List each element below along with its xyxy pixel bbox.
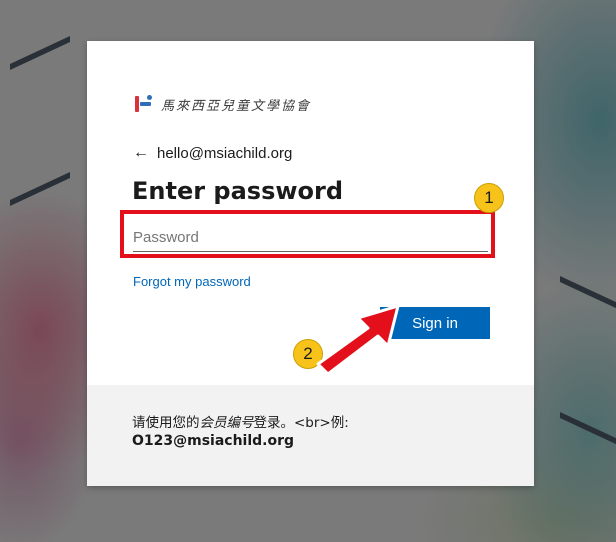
- password-input[interactable]: [133, 223, 488, 252]
- identity-back-link[interactable]: ← hello@msiachild.org: [133, 144, 292, 162]
- org-logo: 馬來西亞兒童文學協會: [133, 93, 311, 115]
- arrow-left-icon: ←: [133, 144, 149, 161]
- decorative-zigzag-left: [10, 36, 70, 206]
- sign-in-card: 馬來西亞兒童文學協會 ← hello@msiachild.org Enter p…: [87, 41, 534, 486]
- forgot-password-link[interactable]: Forgot my password: [133, 274, 251, 289]
- page-title: Enter password: [132, 177, 344, 205]
- pointer-arrow-icon: [316, 304, 400, 376]
- footer-instruction: 请使用您的会员编号登录。<br>例:: [132, 415, 349, 431]
- logo-text: 馬來西亞兒童文學協會: [161, 98, 312, 114]
- identity-email: hello@msiachild.org: [157, 144, 293, 162]
- logo-mark-icon: [133, 94, 153, 114]
- footer-note: 请使用您的会员编号登录。<br>例: O123@msiachild.org: [87, 385, 534, 486]
- step-badge-1: 1: [474, 183, 504, 213]
- footer-example: O123@msiachild.org: [132, 433, 295, 449]
- decorative-zigzag-right: [560, 276, 616, 446]
